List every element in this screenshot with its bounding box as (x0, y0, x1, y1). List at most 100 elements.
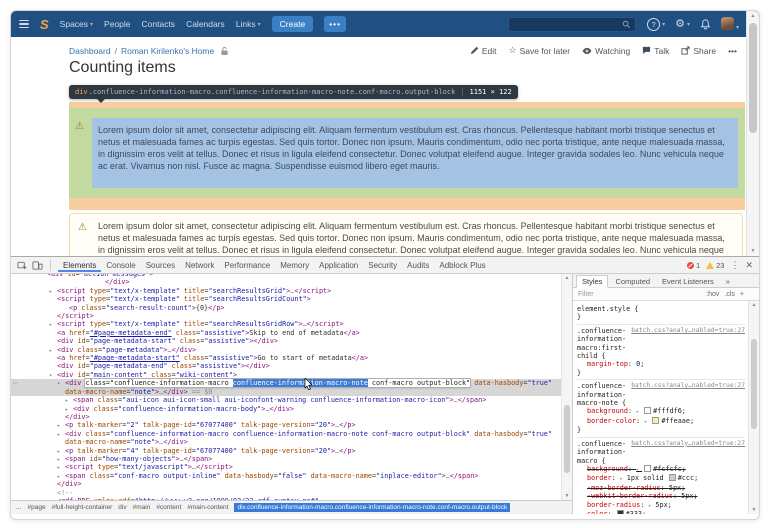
scroll-down-icon[interactable]: ▼ (749, 507, 759, 513)
elements-scrollbar[interactable]: ▲ ▼ (561, 274, 572, 500)
dom-tree-line[interactable]: </div> (11, 413, 562, 421)
dom-tree-line[interactable]: ▸ <p talk-marker="4" talk-page-id="670774… (11, 447, 562, 455)
devtools-tab-adblock-plus[interactable]: Adblock Plus (434, 259, 490, 272)
watching-button[interactable]: Watching (582, 46, 630, 56)
css-property[interactable]: border: ▸ 1px solid #ccc; (577, 474, 745, 483)
breadcrumb-dashboard[interactable]: Dashboard (69, 46, 111, 56)
dom-tree-line[interactable]: <script type="text/x-template" title="se… (11, 295, 562, 303)
color-swatch[interactable] (644, 464, 652, 472)
stylesheet-link[interactable]: batch.css?analy…nabled=true:27 (631, 327, 745, 335)
share-button[interactable]: Share (681, 46, 716, 56)
devtools-tab-security[interactable]: Security (363, 259, 402, 272)
dom-tree-line[interactable]: <a href="#page-metadata-end" class="assi… (11, 329, 562, 337)
dom-crumb[interactable]: #main-content (187, 504, 228, 511)
stylesheet-link[interactable]: batch.css?analy…nabled=true:27 (631, 382, 745, 390)
css-property[interactable]: background: ▸ #fcfcfc; (577, 464, 745, 474)
expand-arrow-icon[interactable]: ▸ (648, 503, 654, 509)
filter-tool[interactable]: .cls (724, 291, 735, 298)
elements-scrollbar-thumb[interactable] (564, 405, 570, 473)
console-errors-badge[interactable]: 1 (686, 261, 700, 270)
inspect-element-icon[interactable] (17, 260, 28, 271)
devtools-tab-performance[interactable]: Performance (219, 259, 275, 272)
dom-tree-line[interactable]: ▸ <script type="text/javascript">…</scrip… (11, 463, 562, 471)
color-swatch[interactable] (668, 474, 676, 482)
dom-tree-line[interactable]: ▸ <span class="conf-macro output-inline" … (11, 472, 562, 480)
styles-filter-input[interactable]: Filter (578, 291, 594, 298)
nav-item-links[interactable]: Links ▾ (236, 19, 261, 29)
collapsed-arrow-icon[interactable]: ▸ (57, 431, 60, 439)
styles-tab-computed[interactable]: Computed (610, 276, 655, 287)
page-scrollbar-thumb[interactable] (749, 23, 757, 133)
dom-tree-line[interactable]: ▾ ⋯ <div class="confluence-information-mac… (11, 379, 562, 397)
styles-tab-styles[interactable]: Styles (576, 275, 609, 288)
css-selector[interactable]: element.style { (577, 305, 745, 313)
scroll-up-icon[interactable]: ▲ (749, 302, 759, 308)
dom-crumb[interactable]: #main (133, 504, 151, 511)
expanded-arrow-icon[interactable]: ▾ (57, 380, 60, 388)
devtools-menu-kebab-icon[interactable]: ⋮ (730, 260, 739, 271)
devtools-tab-sources[interactable]: Sources (141, 259, 180, 272)
nav-item-contacts[interactable]: Contacts (142, 19, 176, 29)
css-selector[interactable]: .confluence-information-macro-note { (577, 382, 627, 407)
notifications-button[interactable] (700, 18, 711, 30)
dom-tree-line[interactable]: ▸ <script type="text/x-template" title="s… (11, 320, 562, 328)
css-property[interactable]: -webkit-border-radius: 5px; (577, 492, 745, 500)
page-more-button[interactable]: ••• (728, 46, 737, 56)
css-selector[interactable]: .confluence-information-macro:first-chil… (577, 327, 627, 361)
settings-menu[interactable]: ⚙ ▾ (675, 18, 690, 30)
expand-arrow-icon[interactable]: ▸ (644, 419, 650, 425)
search-input[interactable] (508, 16, 637, 32)
create-button[interactable]: Create (271, 16, 314, 32)
styles-scrollbar[interactable]: ▲ ▼ (748, 301, 759, 514)
dom-tree-line[interactable]: ▸ <script type="text/x-template" title="s… (11, 287, 562, 295)
dom-tree-line[interactable]: </div> (11, 480, 562, 488)
dom-tree-line[interactable]: <!-- (11, 489, 562, 497)
dom-tree-line[interactable]: </div> (11, 278, 562, 286)
css-property[interactable]: color: #333; (577, 509, 745, 514)
edit-button[interactable]: Edit (470, 46, 496, 56)
breadcrumb-home[interactable]: Roman Kirilenko's Home (121, 46, 214, 56)
console-warnings-badge[interactable]: 23 (706, 261, 724, 270)
app-logo[interactable]: S (40, 18, 49, 31)
page-scrollbar[interactable]: ▲ ▼ (746, 11, 759, 256)
unlock-icon[interactable] (220, 46, 229, 56)
scroll-down-icon[interactable]: ▼ (562, 493, 572, 499)
expand-arrow-icon[interactable]: ▸ (636, 409, 642, 415)
css-property[interactable]: margin-top: 0; (577, 360, 745, 368)
attribute-edit-box[interactable]: class="confluence-information-macro conf… (85, 379, 471, 388)
css-property[interactable]: border-radius: ▸ 5px; (577, 501, 745, 510)
scroll-up-icon[interactable]: ▲ (747, 13, 759, 19)
scroll-down-icon[interactable]: ▼ (747, 248, 759, 254)
nav-item-people[interactable]: People (104, 19, 130, 29)
devtools-tab-audits[interactable]: Audits (402, 259, 434, 272)
css-property[interactable]: border-color: ▸ #ffeaae; (577, 416, 745, 426)
stylesheet-link[interactable]: batch.css?analy…nabled=true:27 (631, 440, 745, 448)
color-swatch[interactable] (644, 407, 652, 415)
color-swatch[interactable] (616, 509, 624, 514)
dom-crumb[interactable]: #content (156, 504, 181, 511)
dom-crumb[interactable]: … (15, 504, 22, 511)
devtools-tab-memory[interactable]: Memory (275, 259, 314, 272)
dom-tree-line[interactable]: ▸ <div class="page-metadata">…</div> (11, 346, 562, 354)
user-menu[interactable]: ▾ (720, 16, 739, 32)
dom-tree-line[interactable]: ▸ <span class="aui-icon aui-icon-small au… (11, 396, 562, 404)
color-swatch[interactable] (652, 416, 660, 424)
styles-scrollbar-thumb[interactable] (751, 339, 757, 429)
devtools-tab-network[interactable]: Network (180, 259, 219, 272)
nav-more-button[interactable]: ••• (324, 16, 347, 32)
nav-item-calendars[interactable]: Calendars (186, 19, 225, 29)
devtools-close-icon[interactable]: ✕ (745, 260, 753, 271)
dom-tree-line[interactable]: <div id="page-metadata-start" class="ass… (11, 337, 562, 345)
device-toolbar-icon[interactable] (32, 260, 43, 271)
dom-tree-line[interactable]: ▸ <div class="confluence-information-macr… (11, 405, 562, 413)
dom-tree-line[interactable]: ▸ <span id="how-many-objects">…</span> (11, 455, 562, 463)
dom-tree-line[interactable]: <a href="#page-metadata-start" class="as… (11, 354, 562, 362)
tabs-overflow-icon[interactable]: » (721, 276, 735, 287)
filter-tool[interactable]: :hov (706, 291, 719, 298)
css-property[interactable]: -moz-border-radius: 5px; (577, 484, 745, 492)
devtools-tab-application[interactable]: Application (314, 259, 363, 272)
scroll-up-icon[interactable]: ▲ (562, 275, 572, 281)
css-selector[interactable]: .confluence-information-macro { (577, 440, 627, 465)
nav-item-spaces[interactable]: Spaces ▾ (60, 19, 93, 29)
dom-crumb-active[interactable]: div.confluence-information-macro.conflue… (234, 503, 511, 512)
